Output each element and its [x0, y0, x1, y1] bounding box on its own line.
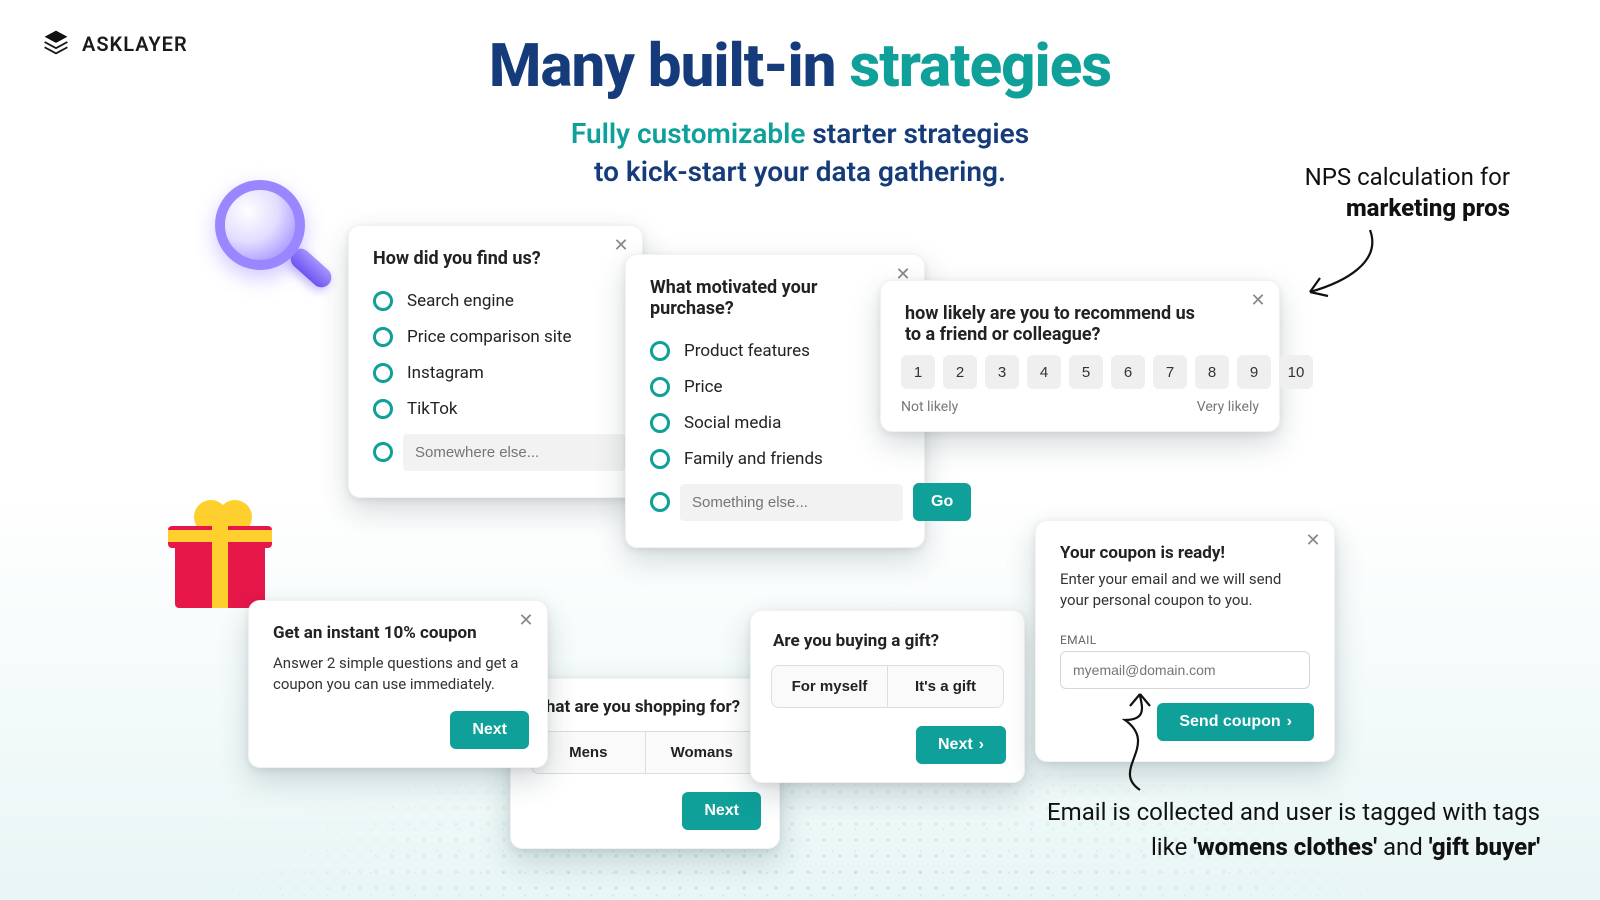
- headline: Many built-in strategies: [0, 30, 1600, 101]
- choice-button-mens[interactable]: Mens: [532, 732, 645, 773]
- nps-score-button[interactable]: 4: [1027, 355, 1061, 389]
- chevron-right-icon: ›: [1287, 713, 1292, 731]
- nps-high-label: Very likely: [1197, 399, 1259, 415]
- next-button[interactable]: Next›: [916, 726, 1006, 764]
- option-label: Product features: [684, 341, 810, 361]
- question-text: Are you buying a gift?: [751, 611, 1024, 657]
- send-coupon-button[interactable]: Send coupon›: [1157, 703, 1314, 741]
- other-input[interactable]: [403, 434, 626, 471]
- option-radio[interactable]: Instagram: [373, 355, 618, 391]
- option-radio[interactable]: TikTok: [373, 391, 618, 427]
- arrow-icon: [1100, 690, 1180, 800]
- nps-low-label: Not likely: [901, 399, 958, 415]
- close-icon[interactable]: ✕: [610, 234, 632, 256]
- option-radio[interactable]: Family and friends: [650, 441, 900, 477]
- option-label: TikTok: [407, 399, 458, 419]
- option-label: Family and friends: [684, 449, 823, 469]
- panel-nps: ✕ how likely are you to recommend us to …: [880, 280, 1280, 432]
- option-label: Search engine: [407, 291, 514, 311]
- next-button[interactable]: Next: [682, 792, 761, 830]
- nps-score-button[interactable]: 8: [1195, 355, 1229, 389]
- magnifier-icon: [215, 180, 345, 310]
- annotation-nps: NPS calculation for marketing pros: [1230, 162, 1510, 224]
- option-radio[interactable]: Search engine: [373, 283, 618, 319]
- nps-score-button[interactable]: 9: [1237, 355, 1271, 389]
- nps-score-button[interactable]: 10: [1279, 355, 1313, 389]
- choice-button-womans[interactable]: Womans: [645, 732, 759, 773]
- panel-coupon-offer: ✕ Get an instant 10% coupon Answer 2 sim…: [248, 600, 548, 768]
- panel-coupon-email: ✕ Your coupon is ready! Enter your email…: [1035, 520, 1335, 762]
- panel-title: Get an instant 10% coupon: [249, 601, 547, 653]
- email-label: EMAIL: [1036, 627, 1334, 651]
- option-radio[interactable]: Price: [650, 369, 900, 405]
- question-text: What are you shopping for?: [511, 679, 779, 723]
- nps-score-button[interactable]: 3: [985, 355, 1019, 389]
- nps-score-button[interactable]: 1: [901, 355, 935, 389]
- nps-score-button[interactable]: 7: [1153, 355, 1187, 389]
- panel-desc: Enter your email and we will send your p…: [1036, 569, 1334, 627]
- close-icon[interactable]: ✕: [1302, 529, 1324, 551]
- choice-button-its-gift[interactable]: It's a gift: [887, 666, 1003, 707]
- option-label: Instagram: [407, 363, 484, 383]
- close-icon[interactable]: ✕: [1247, 289, 1269, 311]
- chevron-right-icon: ›: [979, 736, 984, 754]
- other-input[interactable]: [680, 484, 903, 521]
- email-field[interactable]: [1060, 651, 1310, 689]
- option-radio[interactable]: [373, 442, 393, 462]
- question-text: how likely are you to recommend us to a …: [881, 281, 1279, 349]
- option-radio[interactable]: Product features: [650, 333, 900, 369]
- panel-desc: Answer 2 simple questions and get a coup…: [249, 653, 547, 711]
- annotation-email-tags: Email is collected and user is tagged wi…: [820, 795, 1540, 865]
- arrow-icon: [1290, 222, 1390, 312]
- panel-title: Your coupon is ready!: [1036, 521, 1334, 569]
- nps-score-button[interactable]: 5: [1069, 355, 1103, 389]
- option-label: Social media: [684, 413, 781, 433]
- close-icon[interactable]: ✕: [515, 609, 537, 631]
- option-radio[interactable]: Social media: [650, 405, 900, 441]
- nps-score-button[interactable]: 2: [943, 355, 977, 389]
- choice-button-myself[interactable]: For myself: [772, 666, 887, 707]
- panel-shopping-for: What are you shopping for? Mens Womans N…: [510, 678, 780, 849]
- panel-find-us: ✕ How did you find us? Search engine Pri…: [348, 225, 643, 498]
- option-label: Price: [684, 377, 723, 397]
- go-button[interactable]: Go: [913, 483, 971, 521]
- option-radio[interactable]: Price comparison site: [373, 319, 618, 355]
- nps-score-button[interactable]: 6: [1111, 355, 1145, 389]
- question-text: How did you find us?: [349, 226, 642, 279]
- option-label: Price comparison site: [407, 327, 572, 347]
- next-button[interactable]: Next: [450, 711, 529, 749]
- option-radio[interactable]: [650, 492, 670, 512]
- panel-buying-gift: Are you buying a gift? For myself It's a…: [750, 610, 1025, 783]
